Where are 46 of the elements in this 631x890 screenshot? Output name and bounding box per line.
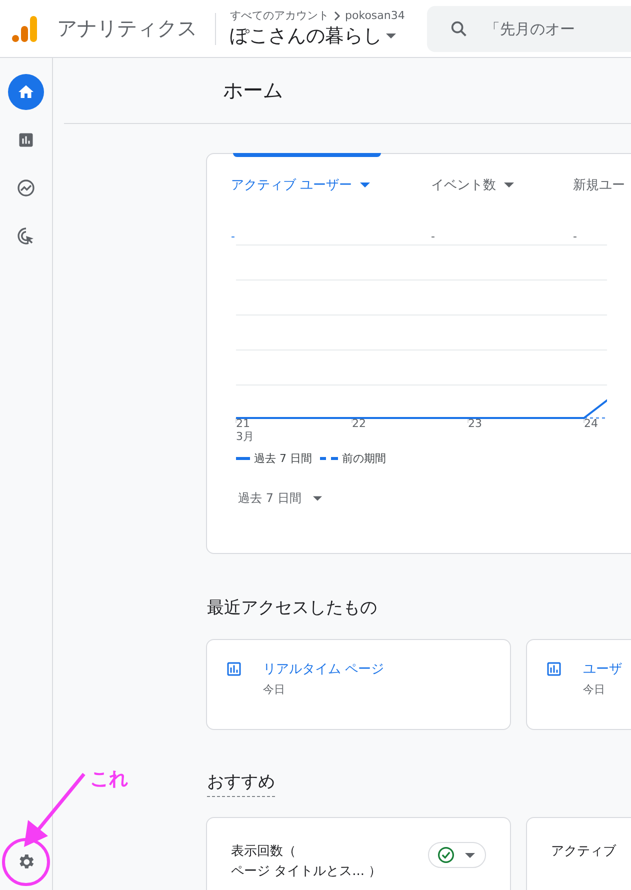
breadcrumb-link[interactable]: すべてのアカウント — [230, 8, 329, 23]
recent-item-title: ユーザ — [583, 661, 622, 678]
recent-item-date: 今日 — [583, 682, 606, 697]
legend-dashed-line-icon — [320, 457, 338, 460]
caret-icon — [465, 852, 475, 858]
chevron-right-icon — [333, 10, 341, 20]
account-name[interactable]: pokosan34 — [345, 9, 405, 22]
axis-label: 3月 — [236, 429, 254, 444]
caret-icon — [360, 182, 370, 188]
recent-item-card[interactable]: ユーザ 今日 — [526, 639, 631, 730]
caret-icon — [386, 33, 396, 39]
date-range-dropdown[interactable]: 過去 7 日間 — [238, 490, 322, 507]
legend-label: 過去 7 日間 — [254, 451, 312, 466]
status-dropdown[interactable] — [428, 842, 486, 868]
axis-label: 21 — [236, 417, 250, 430]
bar-chart-icon — [545, 660, 563, 678]
page-title: ホーム — [223, 77, 283, 104]
recommendation-title: アクティブ — [551, 843, 616, 861]
section-title: おすすめ — [207, 770, 275, 797]
property-selector[interactable]: ぽこさんの暮らし — [230, 23, 405, 49]
sidebar-item[interactable] — [8, 74, 44, 110]
recommendation-title: 表示回数（ ページ タイトルとス... ） — [231, 843, 382, 880]
bar-chart-icon — [17, 131, 35, 149]
axis-label: 23 — [468, 417, 482, 430]
annotation-label: これ — [90, 767, 128, 792]
check-circle-icon — [437, 846, 455, 864]
trend-chart-icon — [16, 178, 36, 198]
metric-tab[interactable]: アクティブ ユーザー - — [231, 154, 431, 243]
analytics-logo-icon — [11, 14, 39, 44]
caret-icon — [504, 182, 514, 188]
target-cursor-icon — [16, 226, 36, 246]
axis-label: 22 — [352, 417, 366, 430]
axis-label: 24 — [584, 417, 598, 430]
section-title: 最近アクセスしたもの — [207, 597, 378, 619]
legend-label: 前の期間 — [342, 451, 386, 466]
product-name: アナリティクス — [57, 15, 197, 42]
caret-icon — [313, 496, 322, 501]
recent-item-card[interactable]: リアルタイム ページ 今日 — [206, 639, 511, 730]
home-icon — [17, 83, 35, 101]
metric-tab[interactable]: イベント数 - — [431, 154, 573, 243]
metric-tab[interactable]: 新規ユー - — [573, 154, 631, 243]
search-field[interactable]: 「先月のオー — [482, 18, 587, 38]
bar-chart-icon — [225, 660, 243, 678]
recent-item-date: 今日 — [263, 682, 286, 697]
recent-item-title: リアルタイム ページ — [263, 661, 384, 678]
search-icon — [448, 18, 469, 38]
